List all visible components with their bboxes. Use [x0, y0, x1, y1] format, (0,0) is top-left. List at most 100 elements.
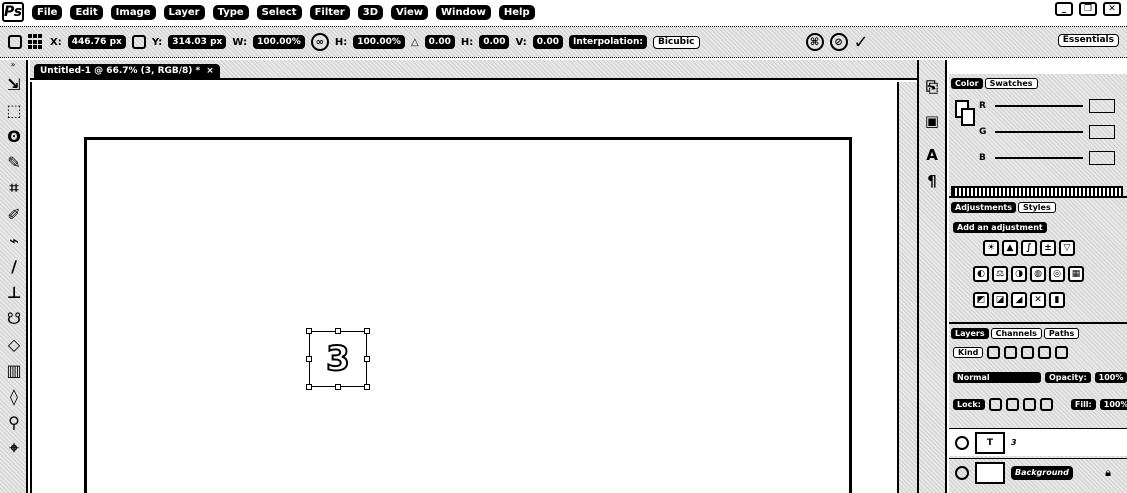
transform-handle-tr[interactable] [364, 328, 370, 334]
blue-slider[interactable] [995, 157, 1083, 159]
document-tab[interactable]: Untitled-1 @ 66.7% (3, RGB/8) * × [34, 64, 220, 78]
tab-adjustments[interactable]: Adjustments [951, 201, 1016, 213]
history-brush-tool-icon[interactable]: ☋ [2, 306, 26, 330]
layer-name[interactable]: 3 [1011, 438, 1017, 447]
layer-row-text[interactable]: T 3 [949, 428, 1127, 456]
transform-bounding-box[interactable]: 3 [306, 328, 370, 390]
properties-panel-icon[interactable]: ▣ [921, 110, 943, 132]
vibrance-icon[interactable]: ▽ [1059, 240, 1075, 256]
transform-handle-bm[interactable] [335, 384, 341, 390]
dodge-tool-icon[interactable]: ⚲ [2, 410, 26, 434]
width-field[interactable]: 100.00% [253, 35, 305, 49]
restore-button[interactable]: ❐ [1079, 2, 1097, 16]
brightness-icon[interactable]: ☀ [983, 240, 999, 256]
menu-3d[interactable]: 3D [357, 4, 384, 20]
filter-adjustment-icon[interactable] [1004, 346, 1018, 359]
x-field[interactable]: 446.76 px [67, 35, 126, 49]
transform-handle-bl[interactable] [306, 384, 312, 390]
visibility-eye-icon[interactable] [955, 435, 969, 450]
tab-paths[interactable]: Paths [1043, 327, 1080, 339]
relative-position-icon[interactable] [131, 35, 146, 49]
layer-kind-select[interactable]: Kind [953, 347, 984, 358]
document-canvas[interactable]: 3 [84, 137, 852, 493]
transform-handle-br[interactable] [364, 384, 370, 390]
link-icon[interactable]: ∞ [310, 33, 329, 51]
black-white-icon[interactable]: ◑ [1011, 266, 1027, 282]
invert-icon[interactable]: ◩ [973, 292, 989, 308]
minimize-button[interactable]: _ [1055, 2, 1073, 16]
lock-position-icon[interactable] [1022, 398, 1036, 411]
photo-filter-icon[interactable]: ◍ [1030, 266, 1046, 282]
layer-row-background[interactable]: Background 🔒︎ [949, 458, 1127, 486]
gradient-tool-icon[interactable]: ▥ [2, 358, 26, 382]
color-lookup-icon[interactable]: ▦ [1068, 266, 1084, 282]
angle-field[interactable]: 0.00 [424, 35, 455, 49]
exposure-icon[interactable]: ± [1040, 240, 1056, 256]
commit-transform-icon[interactable]: ✓ [854, 32, 869, 53]
blend-mode-select[interactable]: Normal [953, 372, 1041, 383]
interpolation-select[interactable]: Bicubic [652, 35, 700, 49]
close-tab-icon[interactable]: × [206, 66, 214, 76]
lock-all-icon[interactable] [1039, 398, 1053, 411]
tab-swatches[interactable]: Swatches [984, 77, 1038, 89]
lasso-tool-icon[interactable]: ʘ [2, 124, 26, 148]
menu-window[interactable]: Window [436, 4, 491, 20]
tab-styles[interactable]: Styles [1017, 201, 1056, 213]
v-skew-field[interactable]: 0.00 [532, 35, 563, 49]
red-slider[interactable] [995, 105, 1083, 107]
transform-handle-tl[interactable] [306, 328, 312, 334]
menu-type[interactable]: Type [212, 4, 249, 20]
marquee-tool-icon[interactable]: ⬚ [2, 98, 26, 122]
transform-handle-mr[interactable] [364, 356, 370, 362]
filter-shape-icon[interactable] [1038, 346, 1052, 359]
tools-collapse-icon[interactable]: » [0, 60, 26, 70]
fill-field[interactable]: 100% [1099, 399, 1127, 410]
gradient-map-icon[interactable]: ▮ [1049, 292, 1065, 308]
canvas-viewport[interactable]: 3 [30, 82, 896, 493]
height-field[interactable]: 100.00% [353, 35, 405, 49]
transform-handle-tm[interactable] [335, 328, 341, 334]
blur-tool-icon[interactable]: ◊ [2, 384, 26, 408]
reference-point-icon[interactable] [28, 34, 44, 50]
red-value-field[interactable] [1089, 99, 1115, 113]
filter-smart-object-icon[interactable] [1055, 346, 1069, 359]
menu-image[interactable]: Image [110, 4, 156, 20]
filter-pixel-icon[interactable] [987, 346, 1001, 359]
lock-transparent-icon[interactable] [988, 398, 1002, 411]
close-button[interactable]: ✕ [1103, 2, 1121, 16]
channel-mixer-icon[interactable]: ◎ [1049, 266, 1065, 282]
green-slider[interactable] [995, 131, 1083, 133]
opacity-field[interactable]: 100% [1094, 372, 1127, 383]
filter-type-icon[interactable] [1021, 346, 1035, 359]
brush-tool-icon[interactable]: ∕ [2, 254, 26, 278]
vertical-scrollbar[interactable] [897, 82, 917, 493]
hue-saturation-icon[interactable]: ◐ [973, 266, 989, 282]
pen-tool-icon[interactable]: ⌖ [2, 436, 26, 460]
menu-filter[interactable]: Filter [309, 4, 350, 20]
eyedropper-tool-icon[interactable]: ✐ [2, 202, 26, 226]
menu-select[interactable]: Select [256, 4, 302, 20]
eraser-tool-icon[interactable]: ◇ [2, 332, 26, 356]
transform-handle-ml[interactable] [306, 356, 312, 362]
green-value-field[interactable] [1089, 125, 1115, 139]
menu-help[interactable]: Help [498, 4, 535, 20]
blue-value-field[interactable] [1089, 151, 1115, 165]
menu-edit[interactable]: Edit [70, 4, 103, 20]
move-tool-preset-icon[interactable] [8, 35, 22, 49]
visibility-eye-icon[interactable] [955, 465, 969, 480]
paragraph-panel-icon[interactable]: ¶ [921, 170, 943, 192]
clone-stamp-tool-icon[interactable]: ⊥ [2, 280, 26, 304]
healing-brush-tool-icon[interactable]: ⌁ [2, 228, 26, 252]
warp-mode-icon[interactable]: ⌘ [805, 33, 824, 51]
crop-tool-icon[interactable]: ⌗ [2, 176, 26, 200]
curves-icon[interactable]: ∫ [1021, 240, 1037, 256]
workspace-select[interactable]: Essentials [1057, 34, 1119, 47]
selective-color-icon[interactable]: ✕ [1030, 292, 1046, 308]
tab-channels[interactable]: Channels [990, 327, 1042, 339]
move-tool-icon[interactable]: ⇲ [2, 72, 26, 96]
cancel-transform-icon[interactable]: ⊘ [829, 33, 848, 51]
character-panel-icon[interactable]: A [921, 144, 943, 166]
posterize-icon[interactable]: ◪ [992, 292, 1008, 308]
menu-view[interactable]: View [391, 4, 429, 20]
tab-color[interactable]: Color [951, 77, 983, 89]
